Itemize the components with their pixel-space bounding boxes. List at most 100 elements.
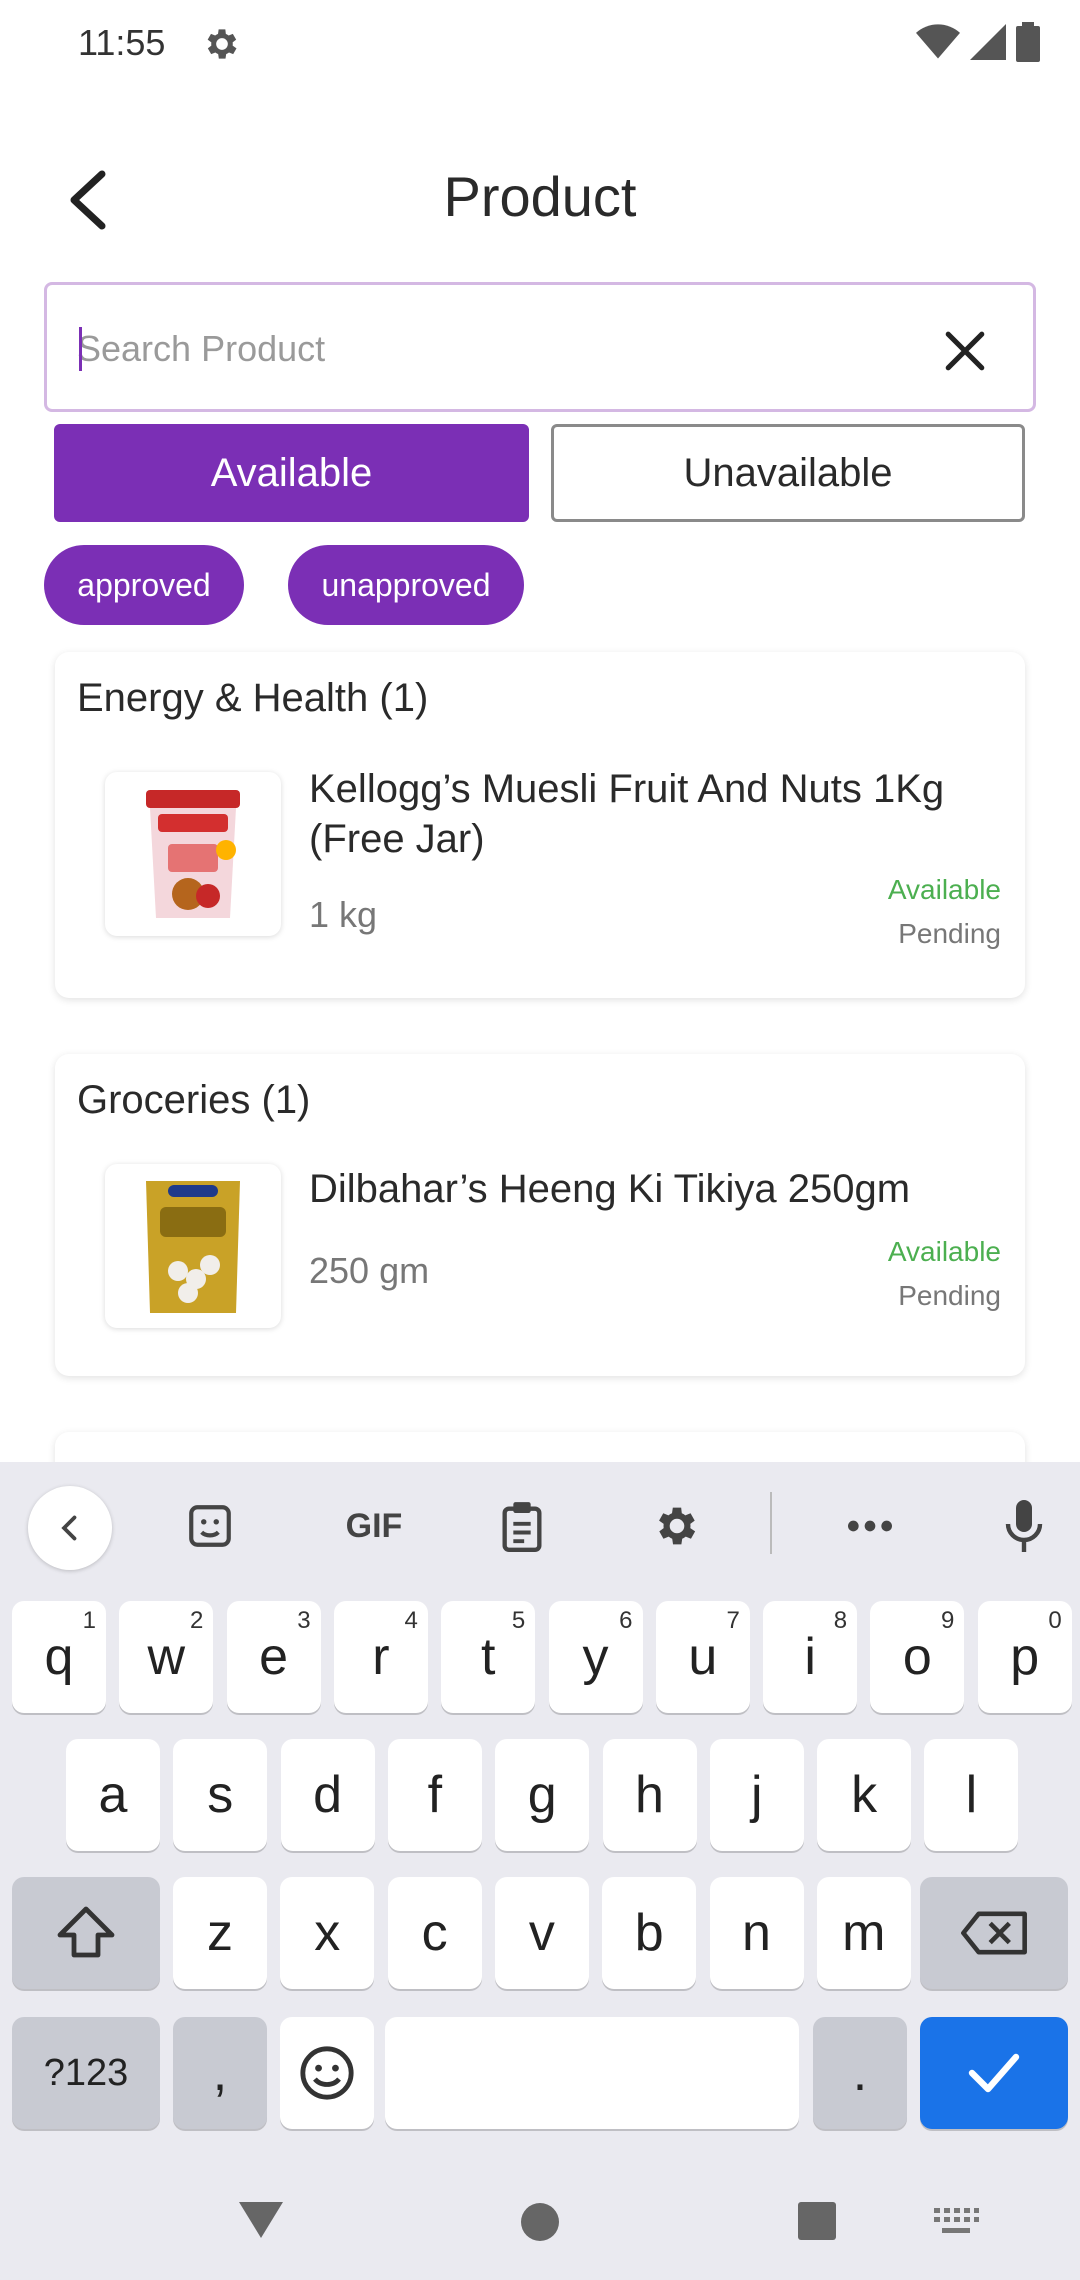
keyboard-switch-icon[interactable] xyxy=(932,2206,980,2240)
key-label: . xyxy=(852,2044,868,2102)
symbols-key[interactable]: ?123 xyxy=(12,2017,160,2129)
key-h[interactable]: h xyxy=(602,1739,697,1851)
key-w[interactable]: w2 xyxy=(119,1601,214,1713)
key-label: g xyxy=(527,1766,557,1824)
gear-icon xyxy=(659,1507,696,1545)
key-label: f xyxy=(427,1766,443,1824)
space-key[interactable] xyxy=(385,2017,799,2129)
shift-key[interactable] xyxy=(12,1877,160,1989)
recents-square-icon[interactable] xyxy=(796,2200,838,2242)
keyboard-settings-button[interactable] xyxy=(637,1486,717,1566)
close-icon xyxy=(945,331,985,371)
key-s[interactable]: s xyxy=(173,1739,268,1851)
available-tab[interactable]: Available xyxy=(54,424,529,522)
key-label: d xyxy=(313,1766,343,1824)
backspace-icon xyxy=(961,1911,1027,1955)
product-image[interactable] xyxy=(105,772,281,936)
key-z[interactable]: z xyxy=(173,1877,267,1989)
toolbar-divider xyxy=(770,1492,772,1554)
heeng-pack-image xyxy=(146,1181,240,1313)
unavailable-tab[interactable]: Unavailable xyxy=(551,424,1025,522)
search-input[interactable] xyxy=(77,319,897,379)
key-number-hint: 1 xyxy=(82,1607,96,1634)
key-i[interactable]: i8 xyxy=(763,1601,858,1713)
key-label: u xyxy=(688,1628,718,1686)
key-label: p xyxy=(1010,1628,1040,1686)
key-n[interactable]: n xyxy=(709,1877,804,1989)
sticker-button[interactable] xyxy=(170,1486,250,1566)
key-number-hint: 4 xyxy=(404,1607,418,1634)
voice-input-button[interactable] xyxy=(984,1486,1064,1566)
checkmark-icon xyxy=(968,2053,1020,2093)
category-title: Energy & Health (1) xyxy=(77,676,429,720)
key-a[interactable]: a xyxy=(66,1739,160,1851)
key-label: v xyxy=(528,1904,555,1962)
soft-keyboard: GIF q1w2e3r4t5y6u7i8o9p0asdfghjklzxcvbnm… xyxy=(0,1462,1080,2280)
key-e[interactable]: e3 xyxy=(226,1601,321,1713)
key-b[interactable]: b xyxy=(602,1877,697,1989)
key-d[interactable]: d xyxy=(280,1739,375,1851)
clipboard-icon xyxy=(502,1502,542,1552)
key-u[interactable]: u7 xyxy=(655,1601,750,1713)
period-key[interactable]: . xyxy=(813,2017,907,2129)
text-cursor xyxy=(79,327,82,371)
key-l[interactable]: l xyxy=(924,1739,1019,1851)
search-box[interactable] xyxy=(44,282,1036,412)
back-triangle-icon[interactable] xyxy=(236,2198,286,2242)
key-label: t xyxy=(480,1628,496,1686)
key-m[interactable]: m xyxy=(816,1877,911,1989)
clipboard-button[interactable] xyxy=(482,1486,562,1566)
comma-key[interactable]: , xyxy=(173,2017,267,2129)
category-title: Groceries (1) xyxy=(77,1078,311,1122)
availability-status: Available xyxy=(887,874,1001,905)
key-p[interactable]: p0 xyxy=(977,1601,1072,1713)
key-y[interactable]: y6 xyxy=(548,1601,643,1713)
keyboard-collapse-button[interactable] xyxy=(28,1486,112,1570)
muesli-jar-image xyxy=(146,790,240,918)
gif-button[interactable]: GIF xyxy=(324,1486,424,1566)
sticker-icon xyxy=(189,1505,231,1547)
key-label: b xyxy=(634,1904,664,1962)
key-g[interactable]: g xyxy=(495,1739,590,1851)
key-c[interactable]: c xyxy=(387,1877,482,1989)
clear-search-button[interactable] xyxy=(937,323,993,379)
key-label: i xyxy=(804,1628,816,1686)
key-label: s xyxy=(207,1766,234,1824)
key-q[interactable]: q1 xyxy=(12,1601,106,1713)
key-k[interactable]: k xyxy=(817,1739,912,1851)
more-options-button[interactable] xyxy=(830,1486,910,1566)
key-r[interactable]: r4 xyxy=(333,1601,428,1713)
shift-icon xyxy=(57,1906,115,1958)
emoji-key[interactable] xyxy=(280,2017,374,2129)
system-navigation-bar xyxy=(0,2170,1080,2280)
enter-key[interactable] xyxy=(920,2017,1068,2129)
key-t[interactable]: t5 xyxy=(441,1601,536,1713)
key-o[interactable]: o9 xyxy=(870,1601,965,1713)
approved-chip[interactable]: approved xyxy=(44,545,244,625)
status-time: 11:55 xyxy=(78,22,166,63)
page-title: Product xyxy=(443,165,637,228)
key-x[interactable]: x xyxy=(280,1877,375,1989)
product-image[interactable] xyxy=(105,1164,281,1328)
key-v[interactable]: v xyxy=(494,1877,589,1989)
key-number-hint: 2 xyxy=(189,1607,204,1634)
key-f[interactable]: f xyxy=(387,1739,482,1851)
key-label: r xyxy=(372,1628,390,1686)
approval-status: Pending xyxy=(898,1280,1001,1311)
wifi-icon xyxy=(916,22,960,67)
key-label: x xyxy=(314,1904,341,1962)
key-number-hint: 7 xyxy=(726,1607,740,1634)
home-circle-icon[interactable] xyxy=(518,2200,562,2244)
key-j[interactable]: j xyxy=(709,1739,804,1851)
key-label: c xyxy=(421,1904,448,1962)
backspace-key[interactable] xyxy=(920,1877,1068,1989)
unapproved-chip[interactable]: unapproved xyxy=(288,545,524,625)
availability-status: Available xyxy=(887,1236,1001,1267)
signal-icon xyxy=(970,22,1006,67)
category-card: Groceries (1) Dilbahar’s Heeng Ki Tikiya… xyxy=(55,1054,1025,1376)
key-label: z xyxy=(207,1904,233,1962)
app-header: Product xyxy=(0,140,1080,260)
product-name: Kellogg’s Muesli Fruit And Nuts 1Kg (Fre… xyxy=(309,767,945,861)
key-label: a xyxy=(98,1766,128,1824)
key-label: w xyxy=(147,1628,186,1686)
